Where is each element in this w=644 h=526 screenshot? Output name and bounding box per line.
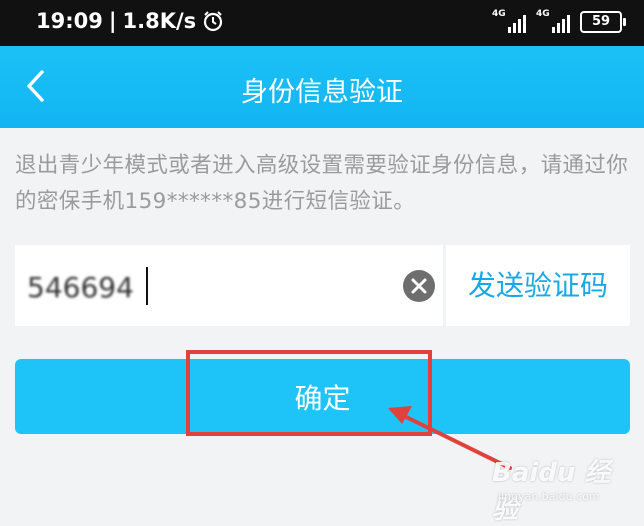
status-separator: | [108, 9, 117, 33]
clear-button[interactable] [403, 270, 435, 302]
verification-description: 退出青少年模式或者进入高级设置需要验证身份信息，请通过你的密保手机159****… [15, 153, 629, 214]
status-bar: 19:09 | 1.8K/s 4G 4G 59 [0, 0, 644, 46]
watermark-url: jingyan.baidu.com [498, 490, 600, 503]
send-code-button[interactable]: 发送验证码 [446, 245, 630, 326]
clear-circle-icon [411, 278, 427, 294]
page-title: 身份信息验证 [241, 77, 403, 108]
verification-code-input[interactable] [25, 266, 359, 308]
network-speed: 1.8K/s [122, 9, 197, 33]
code-input-container [15, 245, 443, 326]
status-time: 19:09 [36, 9, 103, 33]
battery-icon: 59 [580, 11, 626, 33]
header-bar: 身份信息验证 [0, 46, 644, 128]
alarm-icon [204, 11, 223, 32]
baidu-watermark: Baidu 经验 jingyan.baidu.com [492, 452, 632, 525]
status-right: 4G 4G 59 [492, 9, 626, 33]
signal-icon-2: 4G [536, 9, 570, 33]
confirm-button[interactable]: 确定 [15, 359, 630, 434]
signal-icon-1: 4G [492, 9, 526, 33]
send-code-container: 发送验证码 [446, 245, 630, 326]
status-left: 19:09 | 1.8K/s [36, 9, 224, 33]
text-caret [146, 267, 148, 305]
watermark-brand: Baidu 经验 [492, 458, 611, 525]
